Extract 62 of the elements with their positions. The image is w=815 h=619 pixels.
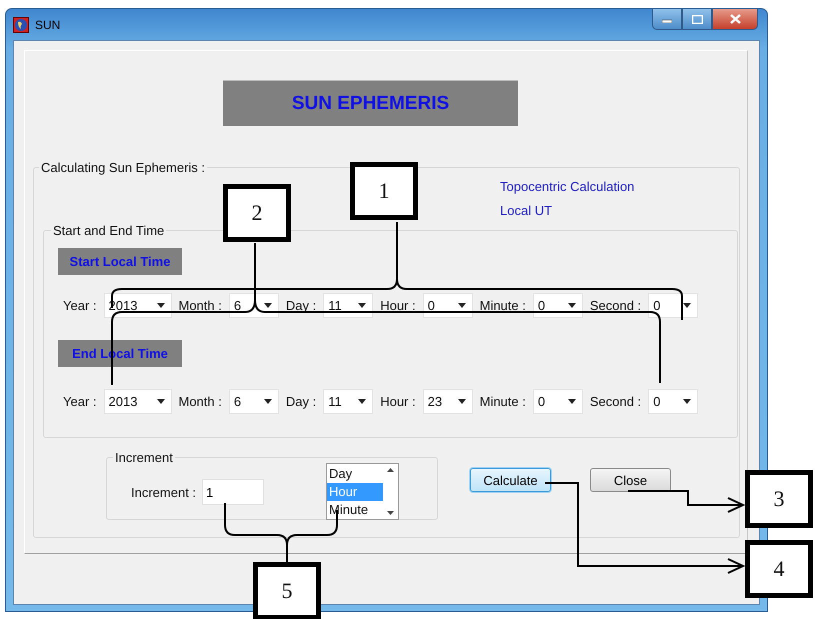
dropdown[interactable]: 0: [532, 389, 583, 414]
group-title: Calculating Sun Ephemeris :: [40, 160, 206, 175]
banner-title: SUN EPHEMERIS: [223, 80, 518, 126]
field-label: Increment :: [131, 485, 196, 500]
field-label: Minute :: [480, 394, 526, 409]
dropdown[interactable]: 0: [648, 293, 698, 318]
callout: 4: [745, 540, 813, 598]
caret-icon: [683, 399, 692, 404]
caret-icon: [683, 303, 692, 308]
caret-icon: [458, 399, 466, 404]
dropdown[interactable]: 0: [648, 389, 698, 414]
caret-icon: [568, 303, 576, 308]
dropdown[interactable]: 0: [532, 293, 583, 318]
field-label: Month :: [178, 394, 222, 409]
field-label: Second :: [590, 394, 642, 409]
maximize-button[interactable]: [682, 9, 712, 30]
close-icon: [730, 14, 740, 24]
dropdown[interactable]: 6: [228, 389, 279, 414]
calculate-button[interactable]: Calculate: [470, 468, 551, 492]
field-label: Year :: [63, 394, 96, 409]
section-heading: Start Local Time: [58, 248, 182, 275]
callout: 3: [745, 470, 813, 528]
dropdown[interactable]: 23: [422, 389, 473, 414]
callout: 1: [350, 162, 418, 220]
window-title: SUN: [35, 18, 60, 32]
callout: 5: [253, 562, 321, 619]
caret-icon: [156, 399, 164, 404]
field-label: Month :: [178, 298, 222, 313]
dropdown[interactable]: 11: [323, 293, 374, 318]
scroll-down-icon[interactable]: [387, 511, 394, 515]
group-title: Increment: [114, 450, 174, 465]
field-label: Second :: [590, 298, 642, 313]
scroll-up-icon[interactable]: [387, 468, 394, 472]
minimize-button[interactable]: [652, 9, 682, 30]
field-label: Hour :: [380, 298, 416, 313]
group-title: Start and End Time: [52, 223, 166, 238]
globe-icon: [13, 16, 29, 32]
caret-icon: [358, 399, 366, 404]
maximize-icon: [692, 14, 702, 24]
info-text: Topocentric Calculation: [500, 178, 636, 196]
caret-icon: [568, 399, 576, 404]
callout: 2: [223, 184, 291, 242]
field-label: Day :: [286, 298, 316, 313]
info-text: Local UT: [500, 202, 554, 220]
caret-icon: [458, 303, 466, 308]
field-label: Minute :: [480, 298, 526, 313]
caret-icon: [264, 303, 272, 308]
field-label: Hour :: [380, 394, 416, 409]
close-button[interactable]: [712, 9, 758, 30]
dropdown[interactable]: 2013: [104, 389, 172, 414]
unit-listbox[interactable]: Day Hour Minute: [326, 463, 400, 520]
close-dialog-button[interactable]: Close: [590, 468, 671, 492]
field-label: Year :: [63, 298, 96, 313]
caret-icon: [264, 399, 272, 404]
field-label: Day :: [286, 394, 316, 409]
list-item[interactable]: Minute: [327, 501, 384, 519]
increment-field[interactable]: 1: [202, 479, 264, 505]
dropdown[interactable]: 0: [422, 293, 473, 318]
caret-icon: [358, 303, 366, 308]
dropdown[interactable]: 11: [323, 389, 374, 414]
caret-icon: [156, 303, 164, 308]
list-item[interactable]: Day: [327, 465, 384, 483]
